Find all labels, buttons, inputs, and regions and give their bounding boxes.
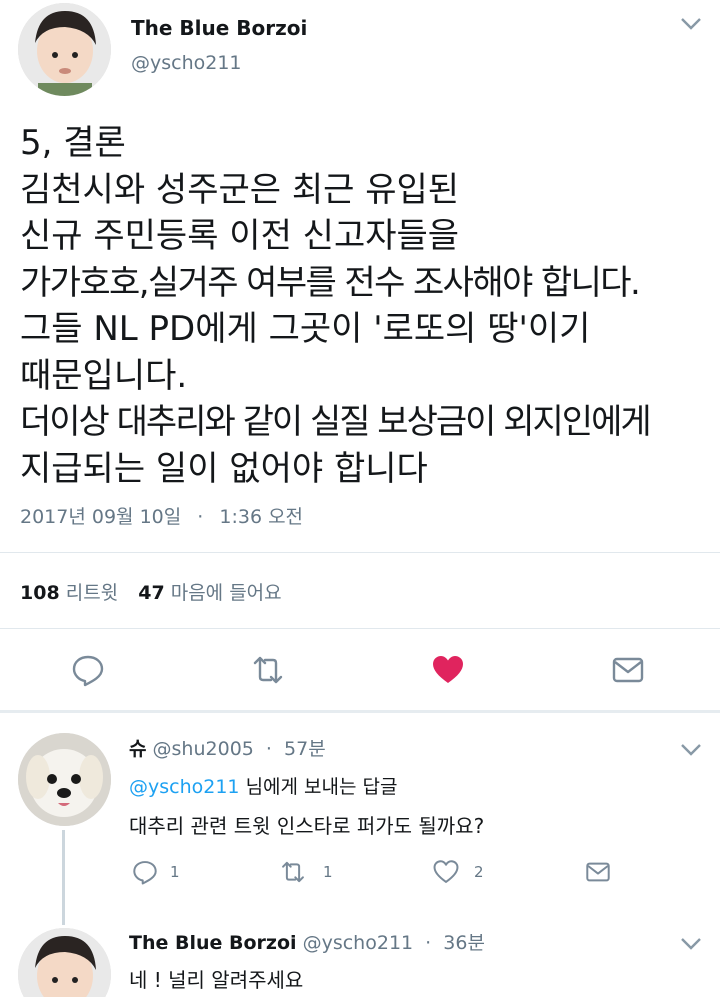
reply-avatar[interactable]	[18, 733, 111, 826]
tweet-line: 때문입니다.	[20, 355, 188, 396]
retweet-button[interactable]	[248, 650, 288, 690]
tweet-stats: 108 리트윗 47 마음에 들어요	[20, 578, 282, 605]
tweet-time: 1:36 오전	[219, 506, 304, 528]
replying-suffix: 님에게 보내는 답글	[239, 776, 398, 798]
reply-like-count: 2	[474, 863, 484, 881]
reply2-header: The Blue Borzoi @yscho211 · 36분	[129, 928, 485, 955]
tweet-timestamp[interactable]: 2017년 09월 10일 · 1:36 오전	[20, 502, 303, 529]
chevron-down-icon[interactable]	[680, 740, 702, 762]
author-name[interactable]: The Blue Borzoi	[131, 16, 307, 40]
meta-separator: ·	[425, 932, 432, 954]
author-handle[interactable]: @yscho211	[131, 52, 242, 74]
retweet-icon	[253, 656, 283, 684]
reply-icon	[133, 861, 157, 885]
tweet-date: 2017년 09월 10일	[20, 506, 182, 528]
author-avatar[interactable]	[18, 3, 111, 96]
heart-icon	[433, 656, 463, 683]
tweet-line: 김천시와 성주군은 최근 유입된	[20, 169, 460, 210]
tweet-line: 그들 NL PD에게 그곳이 '로또의 땅'이기	[20, 309, 591, 349]
reply-reply-button[interactable]	[125, 852, 165, 892]
reply2-time[interactable]: 36분	[443, 932, 485, 954]
reply2-text: 네 ! 널리 알려주세요	[129, 968, 304, 992]
tweet-line: 신규 주민등록 이전 신고자들을	[20, 216, 460, 256]
message-button[interactable]	[608, 650, 648, 690]
divider	[0, 710, 720, 713]
reply-retweet-button[interactable]	[273, 852, 313, 892]
retweet-icon	[282, 861, 304, 883]
thread-line	[62, 830, 65, 925]
reply-author-handle[interactable]: @shu2005	[153, 738, 254, 760]
reply-like-button[interactable]	[426, 852, 466, 892]
tweet-line: 더이상 대추리와 같이 실질 보상금이 외지인에게	[20, 402, 652, 442]
meta-separator: ·	[197, 506, 204, 528]
like-count[interactable]: 47	[138, 582, 164, 604]
tweet-text: 5, 결론 김천시와 성주군은 최근 유입된 신규 주민등록 이전 신고자들을 …	[20, 120, 710, 492]
reply-author-name[interactable]: 슈	[129, 738, 146, 760]
reply-text: 대추리 관련 트윗 인스타로 퍼가도 될까요?	[129, 814, 485, 838]
tweet-line: 지급되는 일이 없어야 합니다	[20, 448, 428, 489]
retweet-label[interactable]: 리트윗	[66, 582, 118, 604]
replying-to: @yscho211 님에게 보내는 답글	[129, 772, 398, 799]
replying-handle-link[interactable]: @yscho211	[129, 776, 240, 798]
reply-reply-count: 1	[170, 863, 180, 881]
reply-message-button[interactable]	[578, 852, 618, 892]
chevron-down-icon[interactable]	[680, 934, 702, 956]
tweet-line: 5, 결론	[20, 123, 126, 163]
reply-button[interactable]	[68, 650, 108, 690]
heart-outline-icon	[433, 860, 459, 883]
retweet-count[interactable]: 108	[20, 582, 60, 604]
tweet-line: 가가호호,실거주 여부를 전수 조사해야 합니다.	[20, 262, 641, 303]
reply2-author-name[interactable]: The Blue Borzoi	[129, 932, 297, 954]
divider	[0, 628, 720, 629]
reply2-avatar[interactable]	[18, 928, 111, 997]
reply-header: 슈 @shu2005 · 57분	[129, 734, 326, 761]
message-icon	[586, 862, 610, 882]
message-icon	[612, 657, 644, 683]
meta-separator: ·	[265, 738, 272, 760]
divider	[0, 552, 720, 553]
reply-icon	[72, 655, 104, 687]
reply2-author-handle[interactable]: @yscho211	[303, 932, 414, 954]
chevron-down-icon[interactable]	[680, 14, 702, 36]
reply-retweet-count: 1	[323, 863, 333, 881]
like-button[interactable]	[428, 650, 468, 690]
like-label[interactable]: 마음에 들어요	[171, 582, 282, 604]
reply-time[interactable]: 57분	[284, 738, 326, 760]
